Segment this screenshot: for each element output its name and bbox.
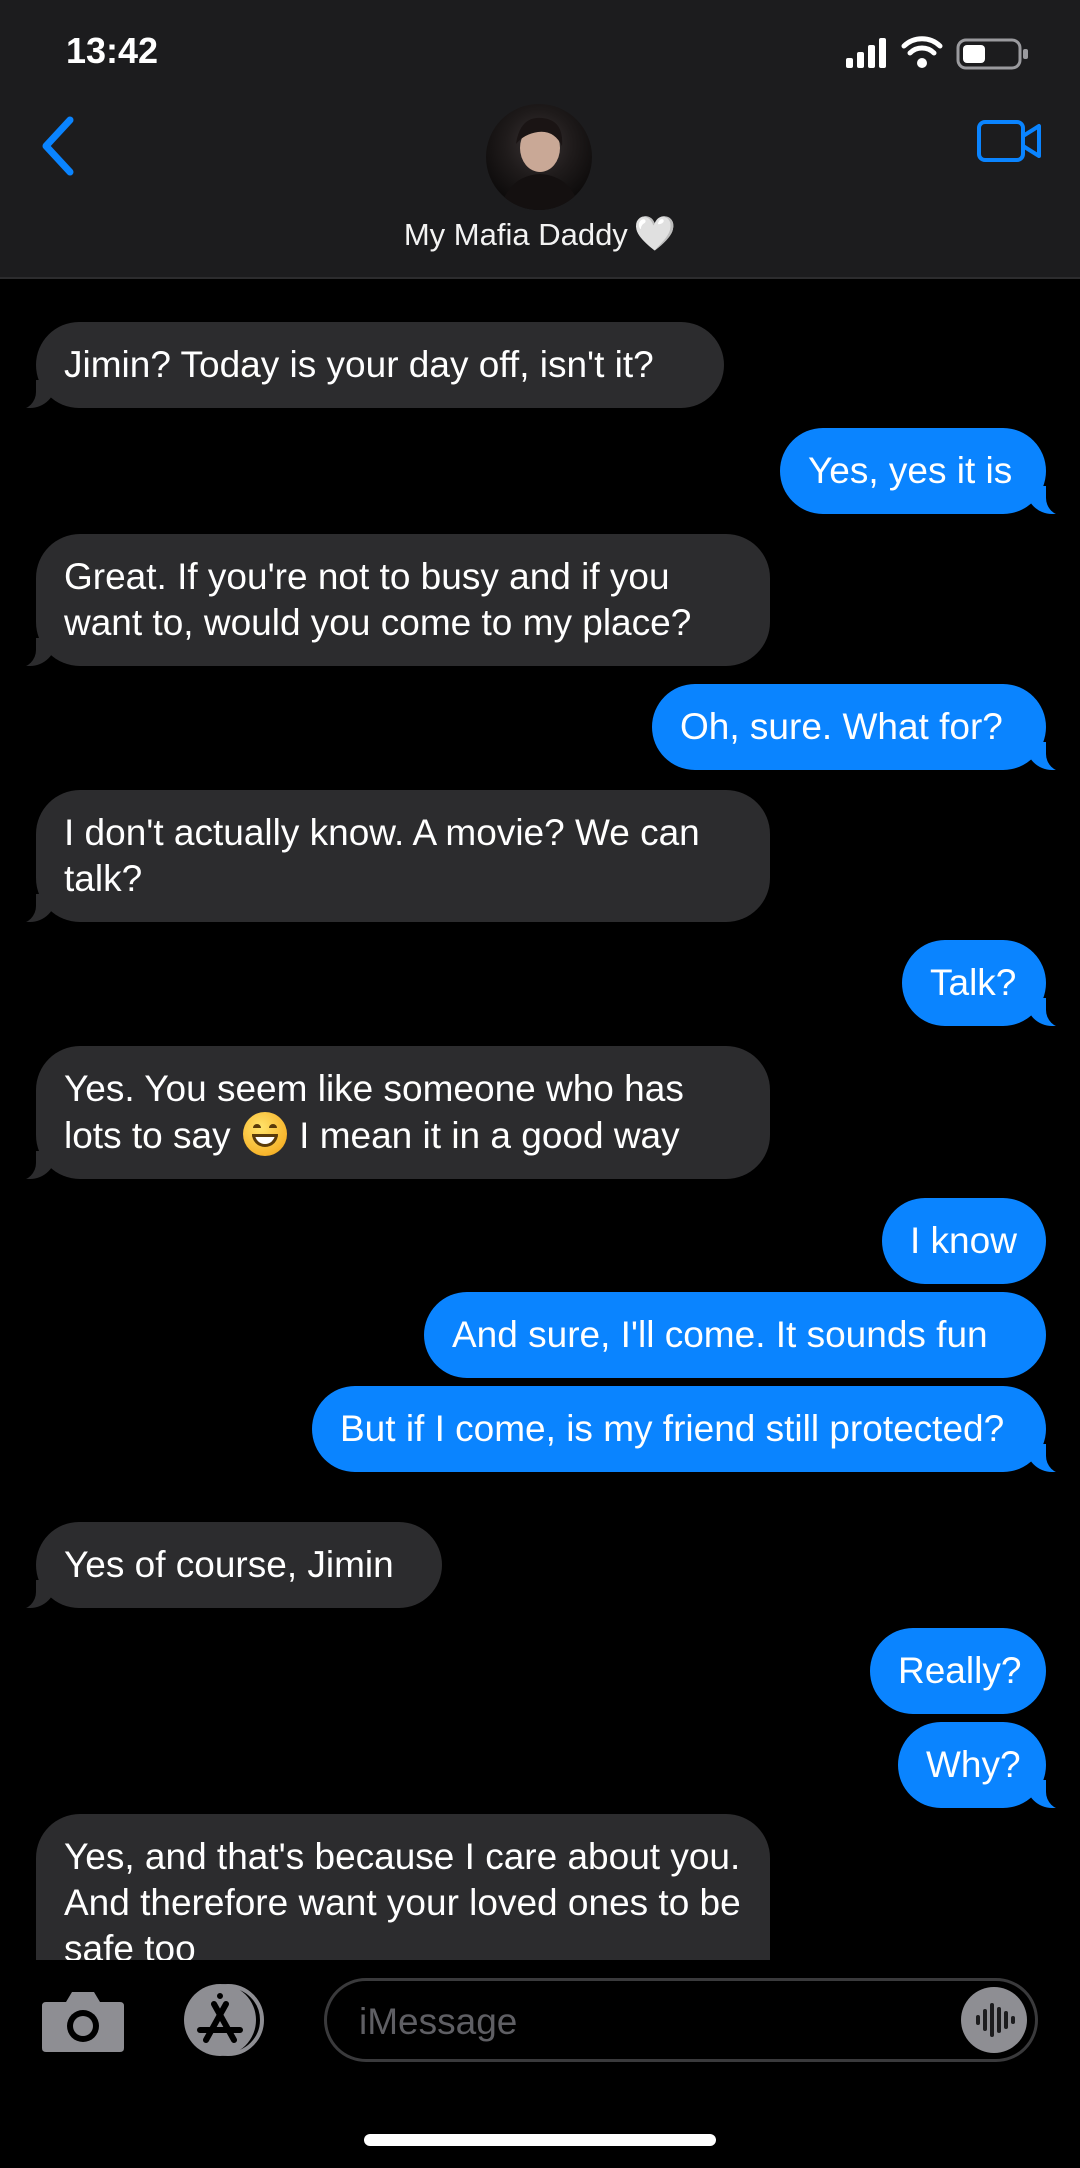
contact-avatar[interactable] <box>486 104 592 210</box>
facetime-video-button[interactable] <box>976 118 1042 164</box>
imessage-input-container[interactable] <box>324 1978 1038 2062</box>
chevron-left-icon <box>42 116 74 176</box>
app-store-icon <box>184 1984 264 2056</box>
status-icons <box>846 34 1036 74</box>
incoming-message-bubble[interactable]: Yes, and that's because I care about you… <box>36 1814 770 1960</box>
home-indicator[interactable] <box>364 2134 716 2146</box>
audio-message-button[interactable] <box>961 1987 1027 2053</box>
incoming-message-bubble[interactable]: Jimin? Today is your day off, isn't it? <box>12 322 724 410</box>
outgoing-message-bubble[interactable]: Talk? <box>902 940 1070 1028</box>
conversation-header: 13:42 My Mafia Daddy 🤍 <box>0 0 1080 279</box>
message-text: I mean it in a good way <box>299 1115 680 1156</box>
outgoing-message-bubble[interactable]: Really? <box>870 1628 1046 1714</box>
incoming-message-bubble[interactable]: Yes. You seem like someone who has lots … <box>12 1046 770 1181</box>
contact-name-text: My Mafia Daddy <box>403 217 628 252</box>
outgoing-message-bubble[interactable]: But if I come, is my friend still protec… <box>312 1386 1070 1474</box>
incoming-message-bubble[interactable]: Great. If you're not to busy and if you … <box>12 534 770 668</box>
outgoing-message-bubble[interactable]: Why? <box>898 1722 1070 1810</box>
incoming-message-bubble[interactable]: I don't actually know. A movie? We can t… <box>12 790 770 924</box>
back-button[interactable] <box>30 110 90 180</box>
outgoing-message-bubble[interactable]: And sure, I'll come. It sounds fun <box>424 1292 1046 1378</box>
video-camera-icon <box>977 120 1041 162</box>
message-thread[interactable]: Jimin? Today is your day off, isn't it? … <box>0 300 1080 1960</box>
status-time: 13:42 <box>66 30 159 71</box>
waveform-icon <box>976 2003 1015 2037</box>
outgoing-message-bubble[interactable]: Yes, yes it is <box>780 428 1070 516</box>
outgoing-message-bubble[interactable]: I know <box>882 1198 1046 1284</box>
outgoing-message-bubble[interactable]: Oh, sure. What for? <box>652 684 1070 772</box>
grinning-emoji <box>242 1112 287 1156</box>
incoming-message-bubble[interactable]: Yes of course, Jimin <box>12 1522 442 1610</box>
camera-button[interactable] <box>40 1988 126 2054</box>
avatar-photo <box>500 117 580 210</box>
camera-icon <box>42 1992 124 2052</box>
contact-name[interactable]: My Mafia Daddy 🤍 <box>0 214 1080 254</box>
white-heart-emoji: 🤍 <box>633 215 677 253</box>
app-store-button[interactable] <box>176 1982 272 2058</box>
imessage-input[interactable] <box>357 1993 921 2051</box>
signal-wifi-battery-icons <box>846 36 1028 70</box>
